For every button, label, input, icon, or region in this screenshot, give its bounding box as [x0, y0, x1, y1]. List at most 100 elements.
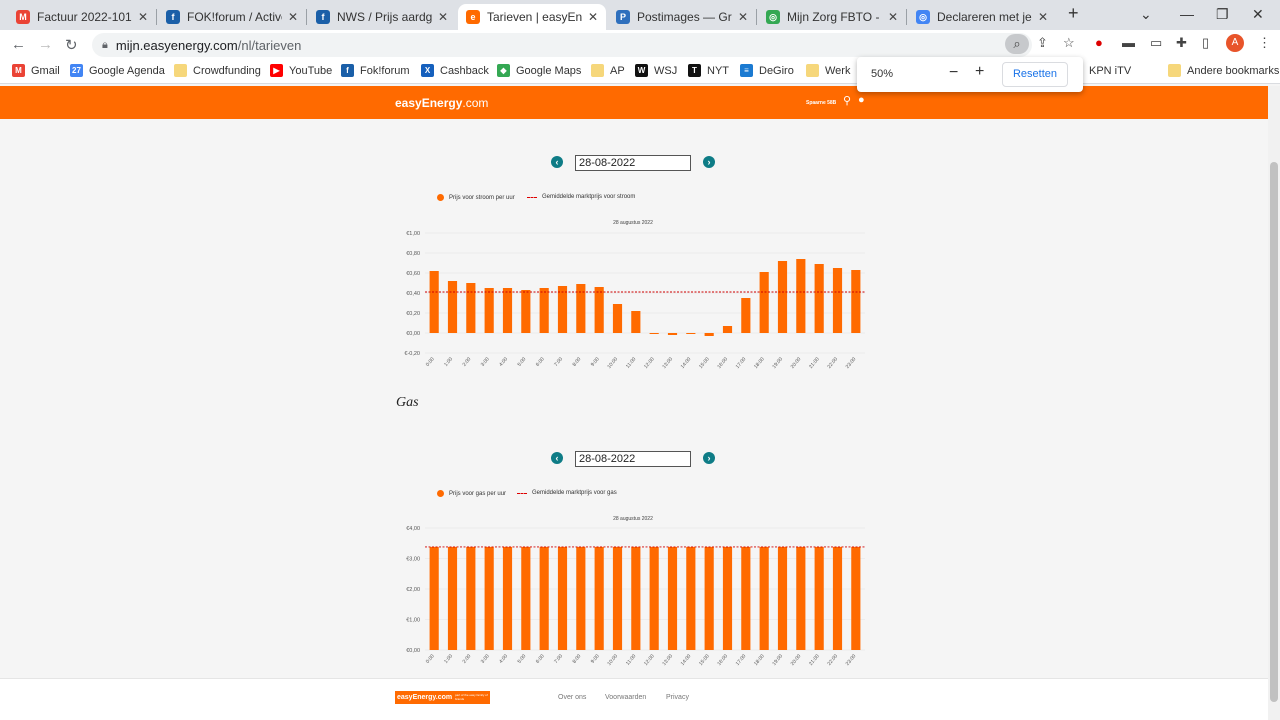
gmail-icon: M	[12, 64, 25, 77]
electricity-legend-bar[interactable]: Prijs voor stroom per uur	[437, 194, 515, 201]
address-bar[interactable]: 🔒︎ mijn.easyenergy.com/nl/tarieven	[92, 33, 1032, 57]
x-tick-label: 2:00	[462, 653, 473, 664]
tab-5[interactable]: P Postimages — Gratis ✕	[608, 4, 756, 30]
close-window-icon[interactable]: ✕	[1252, 6, 1264, 23]
extension-icon[interactable]: ●	[1095, 35, 1103, 50]
close-tab-icon[interactable]: ✕	[888, 10, 898, 24]
tab-2[interactable]: f FOK!forum / Active To ✕	[158, 4, 306, 30]
menu-icon[interactable]: ⋮	[1258, 35, 1271, 51]
site-logo[interactable]: easyEnergy.com	[395, 96, 488, 110]
tab-3[interactable]: f NWS / Prijs aardgas b ✕	[308, 4, 456, 30]
sidepanel-icon[interactable]: ▯	[1202, 35, 1209, 51]
scrollbar-thumb[interactable]	[1270, 162, 1278, 702]
close-tab-icon[interactable]: ✕	[738, 10, 748, 24]
bar	[466, 546, 476, 650]
maps-icon: ◆	[497, 64, 510, 77]
bookmark-andere-bookmarks[interactable]: Andere bookmarks	[1168, 64, 1279, 77]
bookmark-crowdfunding[interactable]: Crowdfunding	[174, 64, 261, 77]
y-tick-label: €0,60	[406, 271, 420, 277]
bookmark-fok-forum[interactable]: f Fok!forum	[341, 64, 410, 77]
gas-date-input[interactable]: 28-08-2022	[575, 451, 691, 467]
electricity-legend-line[interactable]: Gemiddelde marktprijs voor stroom	[527, 194, 635, 200]
chrome-icon: ◎	[916, 10, 930, 24]
bar	[741, 546, 751, 650]
bookmark-youtube[interactable]: ▶ YouTube	[270, 64, 332, 77]
folder-icon	[1168, 64, 1181, 77]
back-icon[interactable]: ←	[11, 36, 26, 53]
forward-icon[interactable]: →	[38, 36, 53, 53]
close-tab-icon[interactable]: ✕	[1038, 10, 1048, 24]
tab-7[interactable]: ◎ Declareren met je sm ✕	[908, 4, 1056, 30]
bar	[741, 298, 751, 333]
bookmark-ap[interactable]: AP	[591, 64, 625, 77]
footer-link-about[interactable]: Over ons	[558, 694, 586, 701]
bookmark-google-agenda[interactable]: 27 Google Agenda	[70, 64, 165, 77]
tab-separator	[156, 9, 157, 25]
user-icon[interactable]: ●	[858, 94, 865, 106]
footer-logo[interactable]: easyEnergy.com	[395, 691, 455, 704]
bookmark-gmail[interactable]: M Gmail	[12, 64, 60, 77]
close-tab-icon[interactable]: ✕	[138, 10, 148, 24]
bar	[704, 546, 714, 650]
tab-title: Declareren met je sm	[937, 10, 1032, 24]
bar	[832, 268, 843, 333]
extension-icon[interactable]: ▭	[1150, 35, 1162, 51]
fok-icon: f	[341, 64, 354, 77]
bar	[502, 288, 513, 333]
next-day-button[interactable]: ›	[703, 156, 715, 168]
bookmark-label: Werk	[825, 64, 851, 77]
profile-avatar[interactable]: A	[1226, 34, 1244, 52]
x-tick-label: 16:00	[716, 356, 729, 370]
x-tick-label: 1:00	[443, 653, 454, 664]
zoom-reset-button[interactable]: Resetten	[1002, 62, 1068, 87]
bookmark-werk[interactable]: Werk	[806, 64, 850, 77]
extension-icon[interactable]: ▬	[1122, 35, 1135, 50]
tab-separator	[306, 9, 307, 25]
minimize-icon[interactable]: —	[1180, 6, 1194, 22]
tab-6[interactable]: ◎ Mijn Zorg FBTO - Mijn ✕	[758, 4, 906, 30]
gas-legend-line[interactable]: Gemiddelde marktprijs voor gas	[517, 490, 617, 496]
bookmark-label: AP	[610, 64, 625, 77]
previous-day-button[interactable]: ‹	[551, 156, 563, 168]
close-tab-icon[interactable]: ✕	[438, 10, 448, 24]
tab-1[interactable]: M Factuur 2022-1016 van ✕	[8, 4, 156, 30]
tab-search-icon[interactable]: ⌄	[1140, 6, 1152, 23]
gas-legend-bar[interactable]: Prijs voor gas per uur	[437, 490, 506, 497]
degiro-icon: ≡	[740, 64, 753, 77]
x-tick-label: 12:00	[643, 653, 656, 667]
tab-4[interactable]: e Tarieven | easyEnergy ✕	[458, 4, 606, 30]
bar	[722, 546, 733, 650]
zoom-icon[interactable]: ⌕	[1005, 34, 1029, 54]
bookmark-nyt[interactable]: T NYT	[688, 64, 729, 77]
x-tick-label: 15:00	[698, 653, 711, 667]
bookmark-label: Gmail	[31, 64, 60, 77]
footer-link-privacy[interactable]: Privacy	[666, 694, 689, 701]
bar	[649, 333, 659, 334]
zoom-out-button[interactable]: −	[949, 64, 958, 82]
reload-icon[interactable]: ↻	[65, 36, 78, 54]
share-icon[interactable]: ⇪	[1037, 35, 1048, 51]
puzzle-icon[interactable]: ✚	[1176, 35, 1187, 51]
bookmark-google-maps[interactable]: ◆ Google Maps	[497, 64, 581, 77]
logo-suffix: .com	[462, 96, 489, 110]
next-day-button[interactable]: ›	[703, 452, 715, 464]
previous-day-button[interactable]: ‹	[551, 452, 563, 464]
x-tick-label: 7:00	[553, 653, 564, 664]
bookmark-wsj[interactable]: W WSJ	[635, 64, 677, 77]
folder-icon	[591, 64, 604, 77]
bookmark-cashback[interactable]: X Cashback	[421, 64, 489, 77]
close-tab-icon[interactable]: ✕	[288, 10, 298, 24]
close-tab-icon[interactable]: ✕	[588, 10, 598, 24]
bookmark-label: Google Maps	[516, 64, 582, 77]
new-tab-button[interactable]: +	[1068, 3, 1079, 24]
scrollbar[interactable]	[1268, 86, 1280, 720]
star-icon[interactable]: ☆	[1063, 35, 1075, 51]
footer-link-terms[interactable]: Voorwaarden	[605, 694, 646, 701]
location-icon[interactable]: ⚲	[843, 94, 851, 107]
electricity-date-input[interactable]: 28-08-2022	[575, 155, 691, 171]
bar	[796, 259, 806, 333]
legend-label: Gemiddelde marktprijs voor gas	[532, 490, 617, 496]
maximize-icon[interactable]: ❐	[1216, 6, 1229, 23]
bookmark-degiro[interactable]: ≡ DeGiro	[740, 64, 794, 77]
zoom-in-button[interactable]: +	[975, 63, 984, 81]
